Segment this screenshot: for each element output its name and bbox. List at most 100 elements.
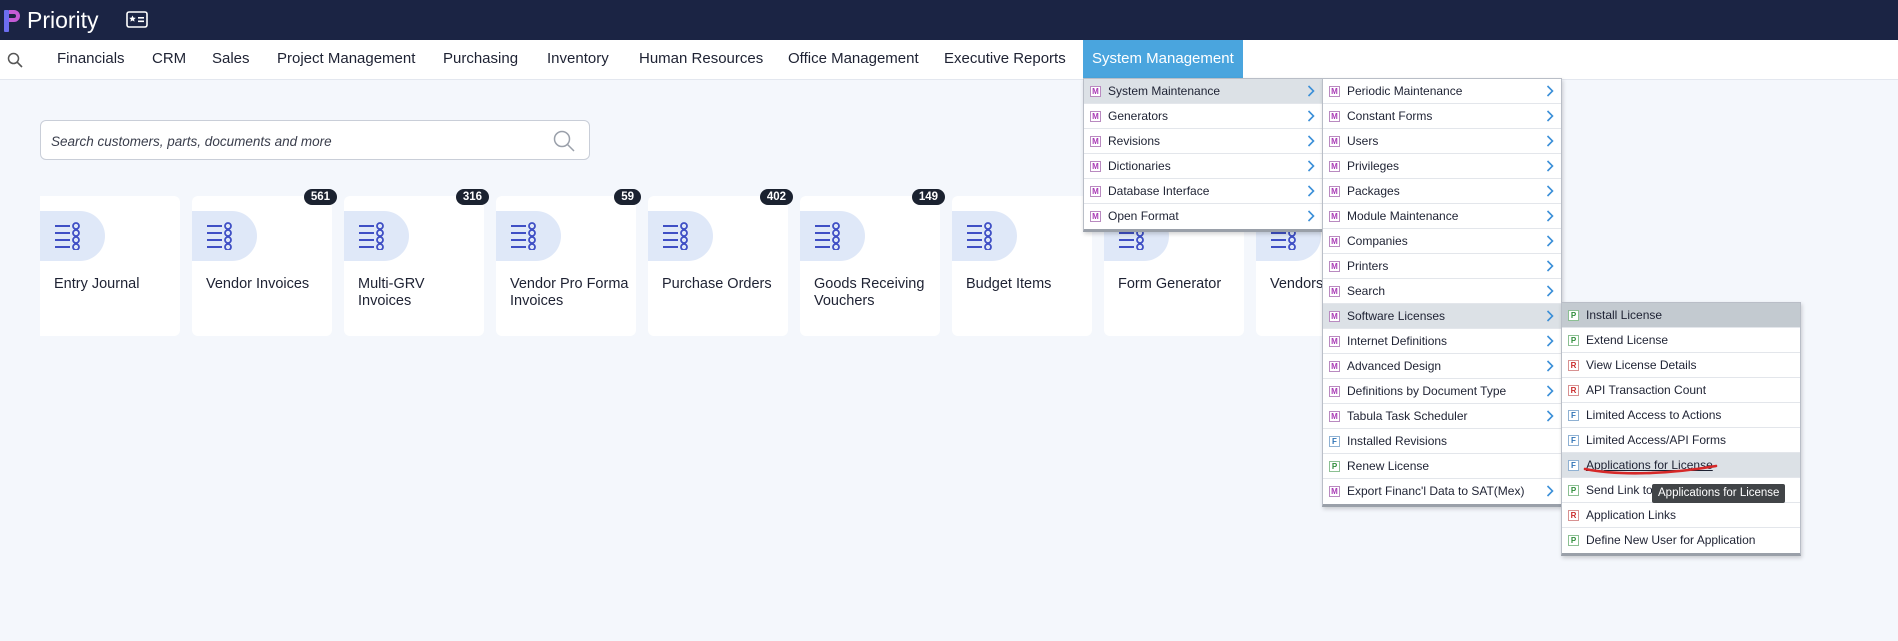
chevron-right-icon: [1546, 260, 1554, 275]
tile[interactable]: Budget Items: [952, 196, 1092, 336]
nav-executive-reports[interactable]: Executive Reports: [935, 40, 1075, 80]
tile-label: Multi-GRV Invoices: [358, 276, 425, 309]
menu-item-label: Define New User for Application: [1586, 533, 1756, 547]
count-badge: 149: [911, 189, 945, 205]
nav-sales[interactable]: Sales: [203, 40, 259, 80]
menu-item-label: Application Links: [1586, 508, 1677, 522]
menu-item-label: Privileges: [1347, 159, 1400, 173]
menu-item[interactable]: R Application Links: [1562, 503, 1800, 528]
tile[interactable]: Multi-GRV Invoices 316: [344, 189, 489, 336]
type-M-icon: M: [1329, 161, 1340, 172]
tile[interactable]: Vendor Pro Forma Invoices 59: [496, 189, 641, 336]
count-badge: 561: [303, 189, 337, 205]
chevron-right-icon: [1546, 410, 1554, 425]
tile[interactable]: Goods Receiving Vouchers 149: [800, 189, 945, 336]
nav-inventory[interactable]: Inventory: [538, 40, 618, 80]
chevron-right-icon: [1546, 385, 1554, 400]
nav-system-management[interactable]: System Management: [1083, 40, 1243, 80]
menu-item[interactable]: M Printers: [1323, 254, 1561, 279]
menu-item[interactable]: P Install License: [1562, 303, 1800, 328]
menu-item[interactable]: M Companies: [1323, 229, 1561, 254]
menu-item[interactable]: P Define New User for Application: [1562, 528, 1800, 553]
menu-item[interactable]: R API Transaction Count: [1562, 378, 1800, 403]
tile-label: Goods Receiving Vouchers: [814, 276, 925, 309]
menu-item-label: Database Interface: [1108, 184, 1210, 198]
menu-item[interactable]: M Definitions by Document Type: [1323, 379, 1561, 404]
menu-item[interactable]: F Limited Access to Actions: [1562, 403, 1800, 428]
search-icon[interactable]: [553, 130, 575, 157]
type-M-icon: M: [1329, 486, 1340, 497]
tile-label: Vendor Invoices: [206, 276, 310, 292]
system-management-menu: M System Maintenance M Generators M Revisions…: [1083, 78, 1323, 232]
tile[interactable]: Purchase Orders 402: [648, 189, 793, 336]
menu-item-label: Definitions by Document Type: [1347, 384, 1507, 398]
type-M-icon: M: [1329, 211, 1340, 222]
menu-item-label: API Transaction Count: [1586, 383, 1707, 397]
menu-item[interactable]: M System Maintenance: [1084, 79, 1322, 104]
menu-item[interactable]: P Extend License: [1562, 328, 1800, 353]
menu-item[interactable]: M Database Interface: [1084, 179, 1322, 204]
menu-item-label: Export Financ'l Data to SAT(Mex): [1347, 484, 1525, 498]
type-M-icon: M: [1090, 111, 1101, 122]
menu-item[interactable]: M Module Maintenance: [1323, 204, 1561, 229]
menu-item[interactable]: M Software Licenses: [1323, 304, 1561, 329]
menu-item[interactable]: M Privileges: [1323, 154, 1561, 179]
nav-financials[interactable]: Financials: [48, 40, 134, 80]
menu-item-label: Internet Definitions: [1347, 334, 1448, 348]
menu-item-label: Software Licenses: [1347, 309, 1446, 323]
menu-item[interactable]: M Users: [1323, 129, 1561, 154]
tile[interactable]: Entry Journal: [40, 196, 180, 336]
menu-item[interactable]: P Renew License: [1323, 454, 1561, 479]
list-icon: [192, 211, 257, 261]
menu-item[interactable]: M Periodic Maintenance: [1323, 79, 1561, 104]
menu-item[interactable]: M Internet Definitions: [1323, 329, 1561, 354]
menu-item-label: Packages: [1347, 184, 1400, 198]
type-M-icon: M: [1090, 136, 1101, 147]
menu-item[interactable]: M Packages: [1323, 179, 1561, 204]
nav-purchasing[interactable]: Purchasing: [434, 40, 527, 80]
list-icon: [952, 211, 1017, 261]
menu-item[interactable]: M Dictionaries: [1084, 154, 1322, 179]
menu-item[interactable]: M Tabula Task Scheduler: [1323, 404, 1561, 429]
chevron-right-icon: [1307, 210, 1315, 225]
chevron-right-icon: [1546, 110, 1554, 125]
tile-label: Purchase Orders: [662, 276, 772, 292]
menu-item[interactable]: M Advanced Design: [1323, 354, 1561, 379]
menu-item[interactable]: M Search: [1323, 279, 1561, 304]
menu-item-label: Advanced Design: [1347, 359, 1442, 373]
chevron-right-icon: [1307, 185, 1315, 200]
chevron-right-icon: [1546, 135, 1554, 150]
search-icon[interactable]: [7, 52, 23, 73]
app-logo[interactable]: Priority: [2, 7, 99, 34]
type-P-icon: P: [1568, 335, 1579, 346]
nav-human-resources[interactable]: Human Resources: [630, 40, 772, 80]
chevron-right-icon: [1546, 235, 1554, 250]
type-R-icon: R: [1568, 510, 1579, 521]
menu-item[interactable]: M Export Financ'l Data to SAT(Mex): [1323, 479, 1561, 504]
type-M-icon: M: [1090, 211, 1101, 222]
global-search[interactable]: [40, 120, 590, 160]
tooltip: Applications for License: [1652, 484, 1786, 503]
type-F-icon: F: [1568, 410, 1579, 421]
app-title: Priority: [27, 7, 99, 33]
menu-item[interactable]: M Open Format: [1084, 204, 1322, 229]
menu-item[interactable]: M Generators: [1084, 104, 1322, 129]
menu-item-label: Search: [1347, 284, 1386, 298]
menu-item[interactable]: F Installed Revisions: [1323, 429, 1561, 454]
search-input[interactable]: [51, 130, 531, 152]
type-M-icon: M: [1329, 186, 1340, 197]
tile-label: Budget Items: [966, 276, 1052, 292]
tile[interactable]: Vendor Invoices 561: [192, 189, 337, 336]
menu-item[interactable]: M Constant Forms: [1323, 104, 1561, 129]
nav-project-management[interactable]: Project Management: [268, 40, 424, 80]
contact-card-icon[interactable]: [126, 11, 148, 33]
nav-crm[interactable]: CRM: [143, 40, 195, 80]
menu-item[interactable]: R View License Details: [1562, 353, 1800, 378]
menu-item-label: System Maintenance: [1108, 84, 1221, 98]
nav-office-management[interactable]: Office Management: [779, 40, 928, 80]
list-icon: [344, 211, 409, 261]
type-M-icon: M: [1329, 361, 1340, 372]
menu-item-label: Open Format: [1108, 209, 1179, 223]
menu-item[interactable]: M Revisions: [1084, 129, 1322, 154]
menu-item[interactable]: F Limited Access/API Forms: [1562, 428, 1800, 453]
